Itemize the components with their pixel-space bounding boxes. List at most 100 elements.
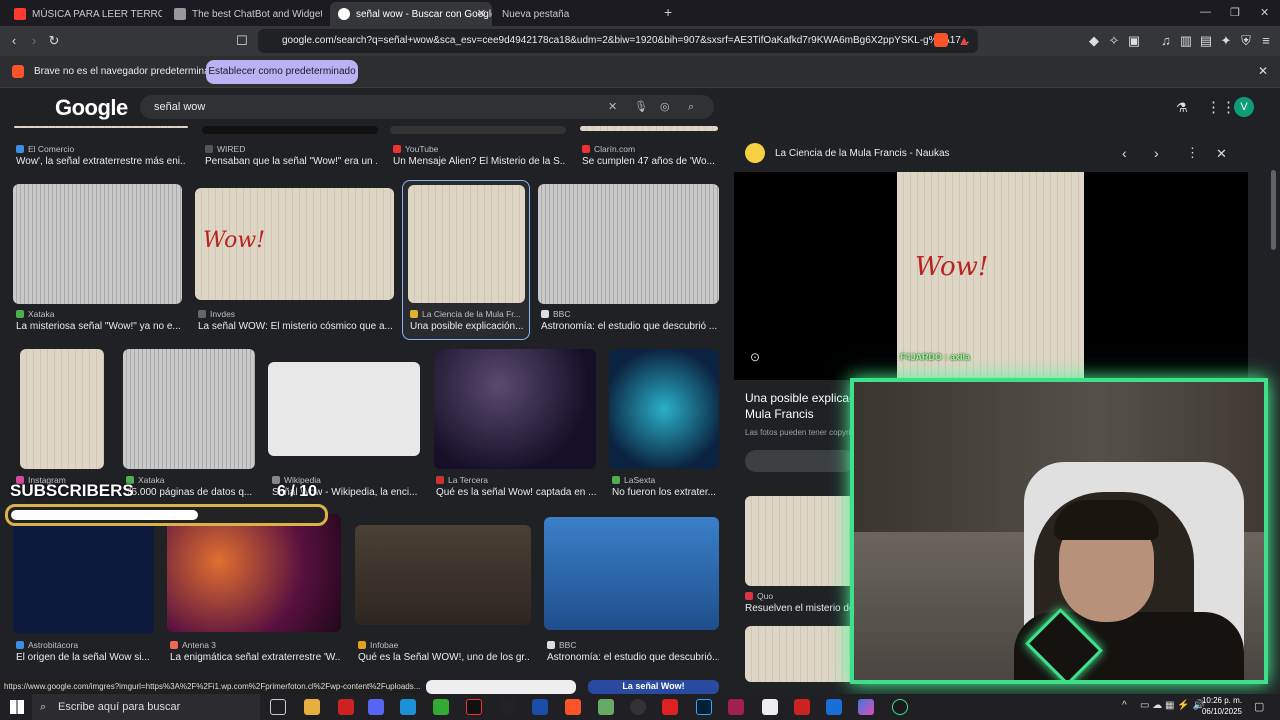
- tab-new[interactable]: Nueva pestaña: [494, 2, 650, 26]
- close-tab-icon[interactable]: ✕: [477, 7, 486, 20]
- result-thumb[interactable]: [434, 349, 596, 469]
- app-icon[interactable]: [598, 699, 614, 715]
- panel-title-line2[interactable]: Mula Francis: [745, 407, 814, 421]
- result-title[interactable]: La misteriosa señal "Wow!" ya no e...: [16, 321, 184, 332]
- lens-icon[interactable]: ⊙: [750, 350, 760, 364]
- result-title[interactable]: La enigmática señal extraterrestre 'W...: [170, 652, 340, 663]
- set-default-button[interactable]: Establecer como predeterminado: [206, 60, 358, 84]
- result-thumb[interactable]: [268, 362, 420, 456]
- notification-icon[interactable]: ▢: [1254, 700, 1264, 713]
- result-thumb[interactable]: [609, 349, 719, 469]
- result-thumb[interactable]: [544, 517, 719, 630]
- discord-icon[interactable]: [368, 699, 384, 715]
- result-title[interactable]: 75.000 páginas de datos q...: [126, 487, 254, 498]
- next-icon[interactable]: ›: [1154, 145, 1159, 161]
- avatar[interactable]: V: [1234, 97, 1254, 117]
- wallet-icon[interactable]: ▤: [1198, 33, 1214, 49]
- forward-icon[interactable]: ›: [26, 33, 42, 49]
- close-panel-icon[interactable]: ✕: [1216, 146, 1227, 162]
- outlook-icon[interactable]: [826, 699, 842, 715]
- capcut-icon[interactable]: [500, 699, 516, 715]
- app-icon[interactable]: [892, 699, 908, 715]
- result-title[interactable]: Qué es la señal Wow! captada en ...: [436, 487, 596, 498]
- lens-icon[interactable]: ◎: [660, 95, 670, 119]
- result-title[interactable]: Un Mensaje Alien? El Misterio de la S...: [393, 156, 565, 167]
- result-title[interactable]: Una posible explicación...: [410, 321, 524, 332]
- taskbar-search[interactable]: ⌕ Escribe aquí para buscar: [32, 694, 260, 720]
- address-bar[interactable]: google.com/search?q=señal+wow&sca_esv=ce…: [258, 29, 978, 53]
- result-title[interactable]: Astronomía: el estudio que descubrió ...: [541, 321, 719, 332]
- app-icon[interactable]: [794, 699, 810, 715]
- result-title[interactable]: Se cumplen 47 años de 'Wo...: [582, 156, 718, 167]
- tab-google-search[interactable]: señal wow - Buscar con Google ✕: [330, 2, 492, 26]
- mic-icon[interactable]: 🎙: [634, 95, 648, 119]
- result-title[interactable]: No fueron los extrater...: [612, 487, 718, 498]
- result-title[interactable]: Pensaban que la señal "Wow!" era un ...: [205, 156, 377, 167]
- result-thumb[interactable]: [408, 185, 525, 303]
- result-thumb[interactable]: [355, 525, 531, 625]
- tab-chatbot[interactable]: The best ChatBot and Widgets for Ki: [166, 2, 322, 26]
- tray-icons[interactable]: ▭ ☁ ▦ ⚡ 🔊: [1140, 700, 1205, 711]
- vpn-icon[interactable]: ⛨: [1238, 33, 1254, 49]
- result-thumb[interactable]: [167, 514, 341, 632]
- scrollbar[interactable]: [1271, 170, 1276, 250]
- result-thumb[interactable]: [13, 184, 182, 304]
- opera-icon[interactable]: [338, 699, 354, 715]
- app-icon[interactable]: [433, 699, 449, 715]
- search-input[interactable]: señal wow ✕ 🎙 ◎ ⌕: [140, 95, 714, 119]
- share-button[interactable]: [745, 450, 855, 472]
- menu-icon[interactable]: ≡: [1258, 33, 1274, 49]
- minimize-icon[interactable]: —: [1200, 6, 1211, 18]
- close-window-icon[interactable]: ✕: [1260, 6, 1269, 19]
- result-thumb[interactable]: [13, 522, 154, 634]
- result-thumb[interactable]: [14, 126, 188, 128]
- reload-icon[interactable]: ↻: [46, 33, 62, 49]
- app-icon[interactable]: [532, 699, 548, 715]
- bookmark-icon[interactable]: ☐: [234, 33, 250, 49]
- result-thumb[interactable]: [390, 126, 566, 134]
- sidebar-icon[interactable]: ▣: [1126, 33, 1142, 49]
- back-icon[interactable]: ‹: [6, 33, 22, 49]
- music-icon[interactable]: ♫: [1158, 33, 1174, 49]
- clear-icon[interactable]: ✕: [608, 95, 617, 119]
- result-title[interactable]: Wow', la señal extraterrestre más eni...: [16, 156, 186, 167]
- app-icon[interactable]: [662, 699, 678, 715]
- related-thumb[interactable]: [745, 496, 855, 586]
- related-thumb[interactable]: [745, 626, 855, 682]
- result-title[interactable]: El origen de la señal Wow si...: [16, 652, 156, 663]
- result-thumb[interactable]: [20, 349, 104, 469]
- search-icon[interactable]: ⌕: [688, 95, 694, 119]
- result-title[interactable]: Qué es la Señal WOW!, uno de los gr...: [358, 652, 530, 663]
- result-thumb[interactable]: [123, 349, 255, 469]
- result-thumb[interactable]: La señal Wow!: [588, 680, 719, 694]
- related-title[interactable]: Resuelven el misterio de: [745, 603, 851, 614]
- leo-ai-icon[interactable]: ✦: [1218, 33, 1234, 49]
- brave-icon[interactable]: [565, 699, 581, 715]
- brave-shields-icon[interactable]: [934, 33, 948, 47]
- file-explorer-icon[interactable]: [304, 699, 320, 715]
- tray-chevron-icon[interactable]: ^: [1122, 700, 1127, 711]
- clock[interactable]: 10:26 p. m. 06/10/2025: [1200, 695, 1242, 717]
- result-title[interactable]: La señal WOW: El misterio cósmico que a.…: [198, 321, 394, 332]
- result-thumb[interactable]: [580, 126, 718, 131]
- edge-icon[interactable]: [400, 699, 416, 715]
- panel-icon[interactable]: ▥: [1178, 33, 1194, 49]
- google-logo[interactable]: Google: [55, 95, 128, 121]
- app-icon[interactable]: [728, 699, 744, 715]
- panel-site-name[interactable]: La Ciencia de la Mula Francis - Naukas: [775, 148, 950, 159]
- brave-rewards-icon[interactable]: ▲: [956, 33, 972, 49]
- task-view-icon[interactable]: [270, 699, 286, 715]
- puzzle-icon[interactable]: ✧: [1106, 33, 1122, 49]
- photoshop-icon[interactable]: [696, 699, 712, 715]
- app-icon[interactable]: [762, 699, 778, 715]
- result-thumb[interactable]: [426, 680, 576, 694]
- windows-start-icon[interactable]: [10, 700, 24, 714]
- new-tab-button[interactable]: +: [664, 4, 672, 20]
- close-infobar-icon[interactable]: ✕: [1258, 64, 1268, 78]
- prev-icon[interactable]: ‹: [1122, 145, 1127, 161]
- maximize-icon[interactable]: ❐: [1230, 6, 1240, 19]
- tiktok-icon[interactable]: [466, 699, 482, 715]
- tab-youtube[interactable]: MÚSICA PARA LEER TERROR Y M: [6, 2, 162, 26]
- apps-grid-icon[interactable]: ⋮⋮: [1206, 98, 1236, 116]
- result-thumb[interactable]: Wow!: [195, 188, 394, 300]
